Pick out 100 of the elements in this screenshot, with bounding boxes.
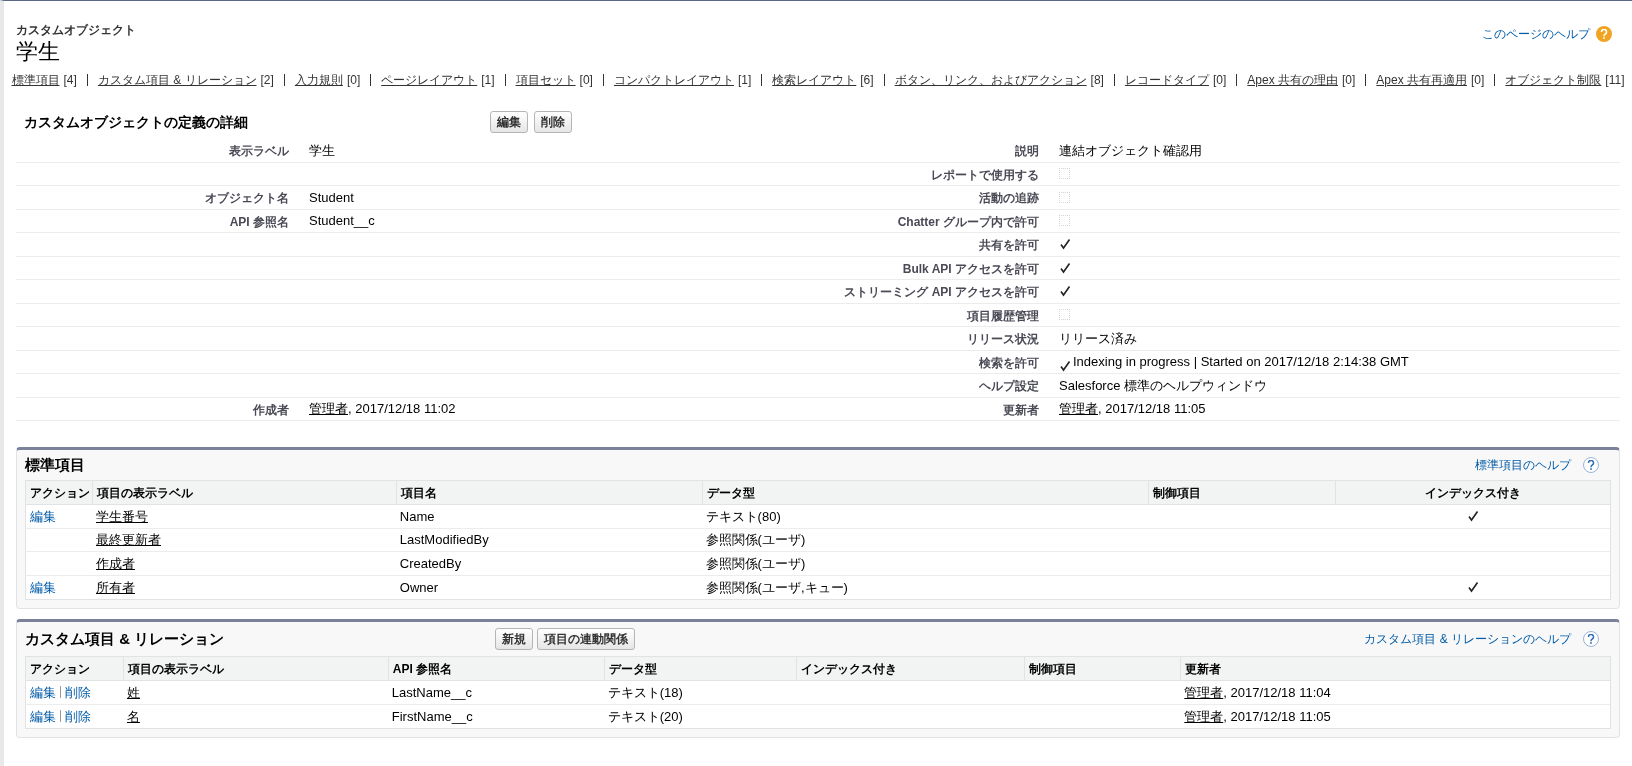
- field-label: ストリーミング API アクセスを許可: [844, 285, 1039, 300]
- table-cell: FirstName__c: [391, 708, 473, 724]
- field-label: レポートで使用する: [931, 167, 1039, 182]
- field-value: リリース済み: [1059, 329, 1137, 348]
- column-header: API 参照名: [392, 660, 453, 678]
- field-value: 学生: [309, 141, 335, 160]
- column-header: 項目名: [400, 484, 437, 502]
- table-cell: テキスト(18): [607, 684, 683, 700]
- table-cell: 参照関係(ユーザ): [705, 555, 806, 571]
- action-link[interactable]: 編集: [30, 706, 56, 726]
- field-label: API 参照名: [229, 214, 289, 229]
- action-button[interactable]: 削除: [534, 111, 572, 133]
- nav-count: [0]: [346, 72, 361, 89]
- column-header: アクション: [30, 660, 90, 678]
- field-label: 活動の追跡: [979, 191, 1039, 206]
- section-title: カスタムオブジェクトの定義の詳細: [23, 112, 249, 132]
- column-header: インデックス付き: [1425, 484, 1522, 502]
- field-label: 作成者: [253, 402, 289, 417]
- table-cell: LastName__c: [391, 684, 472, 700]
- field-value: , 2017/12/18 11:02: [348, 400, 456, 418]
- field-value: Indexing in progress | Started on 2017/12/18 2:14:38 GMT: [1073, 353, 1409, 371]
- table-cell-text: , 2017/12/18 11:04: [1223, 683, 1331, 702]
- table-cell: テキスト(20): [607, 708, 683, 724]
- nav-link[interactable]: 標準項目: [11, 71, 60, 89]
- edit-link[interactable]: 編集: [30, 579, 56, 595]
- field-value: Student__c: [309, 212, 375, 230]
- nav-link[interactable]: Apex 共有再適用: [1376, 71, 1467, 89]
- nav-link[interactable]: コンパクトレイアウト: [613, 71, 734, 89]
- help-icon[interactable]: [1583, 631, 1599, 647]
- field-label-link[interactable]: 所有者: [95, 579, 135, 595]
- action-link[interactable]: 削除: [65, 706, 91, 726]
- column-header: データ型: [706, 484, 755, 502]
- field-label-link[interactable]: 姓: [126, 684, 140, 700]
- nav-link[interactable]: 検索レイアウト: [772, 71, 857, 89]
- column-header: 項目の表示ラベル: [97, 484, 193, 502]
- nav-link[interactable]: ボタン、リンク、およびアクション: [894, 71, 1087, 89]
- page-title: 学生: [16, 39, 61, 65]
- field-label-link[interactable]: 作成者: [95, 555, 135, 571]
- help-icon[interactable]: [1583, 457, 1599, 473]
- nav-count: [8]: [1090, 72, 1104, 89]
- nav-count: [6]: [860, 72, 874, 89]
- nav-link[interactable]: 項目セット: [515, 71, 576, 89]
- column-header: 制御項目: [1029, 660, 1078, 678]
- action-link[interactable]: 削除: [65, 682, 91, 702]
- nav-link[interactable]: 入力規則: [294, 71, 343, 89]
- column-header: データ型: [608, 660, 657, 678]
- nav-link[interactable]: Apex 共有の理由: [1247, 71, 1338, 89]
- column-header: アクション: [30, 484, 90, 502]
- table-cell: Owner: [399, 579, 439, 595]
- nav-count: [0]: [1212, 72, 1227, 89]
- user-link[interactable]: 管理者: [309, 399, 348, 419]
- column-header: 制御項目: [1153, 484, 1202, 502]
- section-title: 標準項目: [25, 454, 85, 475]
- nav-count: [0]: [1341, 72, 1356, 89]
- field-label: 共有を許可: [979, 238, 1039, 253]
- action-button[interactable]: 新規: [495, 628, 533, 650]
- field-label: Bulk API アクセスを許可: [902, 261, 1039, 276]
- field-value: Student: [309, 188, 354, 207]
- field-label: 項目履歴管理: [967, 308, 1039, 323]
- field-label-link[interactable]: 名: [126, 708, 140, 724]
- field-label: リリース状況: [967, 332, 1039, 347]
- section-title: カスタム項目 & リレーション: [25, 628, 226, 649]
- nav-count: [1]: [481, 72, 495, 89]
- field-label-link[interactable]: 最終更新者: [95, 532, 161, 547]
- user-link[interactable]: 管理者: [1184, 682, 1224, 702]
- field-label: ヘルプ設定: [979, 379, 1039, 394]
- action-button[interactable]: 項目の連動関係: [537, 628, 635, 650]
- table-cell: 参照関係(ユーザ): [705, 532, 806, 547]
- table-cell: 参照関係(ユーザ,キュー): [705, 579, 848, 595]
- nav-count: [2]: [260, 72, 274, 89]
- field-label: 検索を許可: [979, 355, 1039, 370]
- table-cell-text: , 2017/12/18 11:05: [1223, 707, 1331, 726]
- nav-link[interactable]: オブジェクト制限: [1505, 71, 1602, 89]
- action-link[interactable]: 編集: [30, 682, 56, 702]
- nav-link[interactable]: ページレイアウト: [381, 71, 478, 89]
- field-value: , 2017/12/18 11:05: [1098, 400, 1206, 418]
- table-cell: テキスト(80): [705, 508, 781, 524]
- field-label: オブジェクト名: [205, 191, 289, 206]
- help-link[interactable]: このページのヘルプ: [1482, 25, 1590, 43]
- nav-count: [0]: [579, 72, 593, 89]
- field-value: Salesforce 標準のヘルプウィンドウ: [1059, 376, 1268, 395]
- nav-count: [1]: [737, 72, 752, 89]
- user-link[interactable]: 管理者: [1059, 399, 1098, 419]
- user-link[interactable]: 管理者: [1184, 706, 1224, 726]
- column-header: インデックス付き: [800, 660, 897, 678]
- table-cell: Name: [399, 508, 435, 524]
- column-header: 項目の表示ラベル: [127, 660, 224, 678]
- nav-count: [4]: [63, 72, 77, 89]
- nav-link[interactable]: カスタム項目 & リレーション: [97, 71, 257, 89]
- field-label-link[interactable]: 学生番号: [95, 508, 148, 524]
- field-label: 表示ラベル: [229, 144, 289, 159]
- help-link[interactable]: 標準項目のヘルプ: [1475, 456, 1571, 474]
- column-header: 更新者: [1185, 660, 1222, 678]
- action-button[interactable]: 編集: [490, 111, 528, 133]
- field-label: 更新者: [1003, 402, 1039, 417]
- help-link[interactable]: カスタム項目 & リレーションのヘルプ: [1364, 630, 1571, 648]
- edit-link[interactable]: 編集: [30, 508, 56, 524]
- table-cell: CreatedBy: [399, 555, 462, 571]
- nav-link[interactable]: レコードタイプ: [1124, 71, 1209, 89]
- field-label: Chatter グループ内で許可: [897, 214, 1039, 229]
